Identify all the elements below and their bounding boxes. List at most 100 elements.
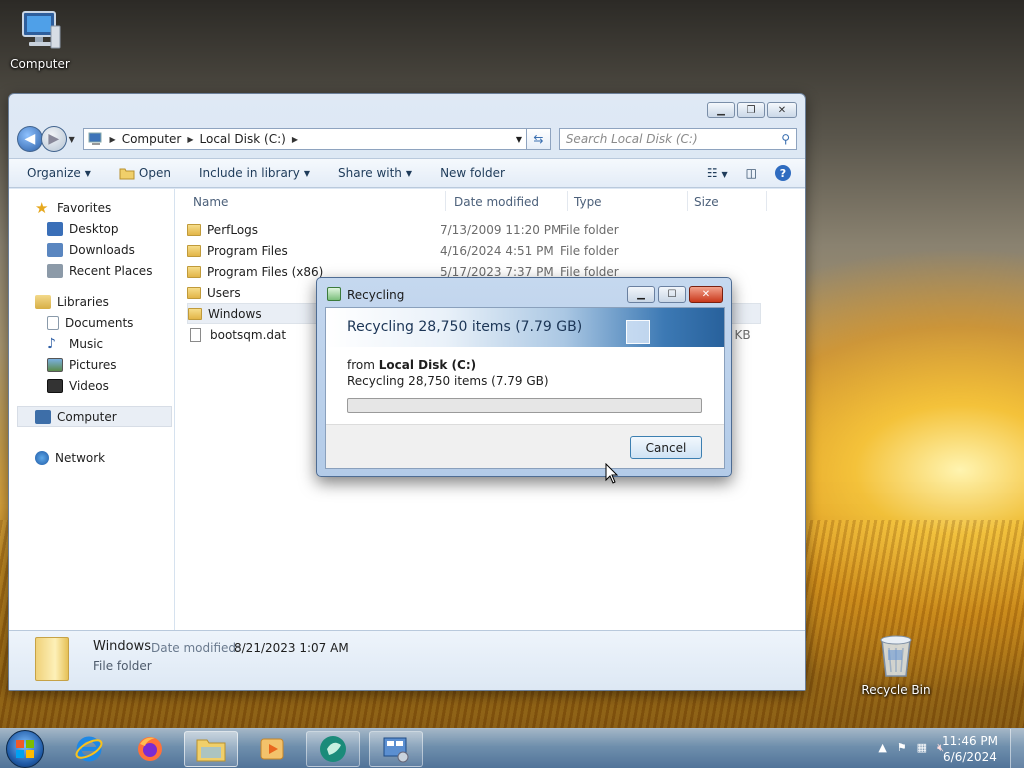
recent-pages-dropdown[interactable]: ▼ [69, 135, 79, 144]
network-tray-icon[interactable]: ▦ [917, 741, 927, 755]
maximize-icon: ☐ [667, 289, 677, 300]
dialog-maximize-button[interactable]: ☐ [658, 286, 686, 303]
taskbar-internet-explorer[interactable] [62, 731, 116, 767]
minimize-button[interactable]: ▁ [707, 102, 735, 118]
column-header-name[interactable]: Name [193, 195, 228, 209]
taskbar-control-panel[interactable] [369, 731, 423, 767]
nav-computer[interactable]: Computer [17, 406, 172, 427]
nav-network[interactable]: Network [9, 447, 174, 468]
forward-button[interactable]: ▶ [40, 126, 67, 152]
column-divider[interactable] [445, 191, 446, 211]
desktop-icon-recycle-bin[interactable]: Recycle Bin [856, 630, 936, 697]
help-button[interactable]: ? [775, 165, 791, 181]
nav-label: Libraries [57, 294, 109, 309]
file-name: Windows [208, 306, 262, 321]
address-bar[interactable]: ▶ Computer ▶ Local Disk (C:) ▶ ▼ [82, 128, 527, 150]
column-divider[interactable] [567, 191, 568, 211]
progress-bar [347, 398, 702, 413]
clock-time: 11:46 PM [942, 734, 998, 748]
nav-pictures[interactable]: Pictures [9, 354, 174, 375]
nav-label: Computer [57, 409, 117, 424]
minimize-icon: ▁ [717, 104, 725, 116]
dialog-minimize-button[interactable]: ▁ [627, 286, 655, 303]
folder-large-icon [35, 637, 69, 681]
nav-documents[interactable]: Documents [9, 312, 174, 333]
details-name: Windows [93, 639, 152, 654]
file-type: File folder [560, 222, 619, 237]
details-modified-value: 8/21/2023 1:07 AM [234, 641, 349, 655]
cancel-button[interactable]: Cancel [630, 436, 702, 459]
nav-libraries[interactable]: Libraries [9, 291, 174, 312]
folder-icon [187, 223, 201, 236]
nav-label: Downloads [69, 242, 135, 257]
taskbar-windows-explorer[interactable] [184, 731, 238, 767]
refresh-button[interactable]: ⇆ [527, 128, 551, 150]
details-type: File folder [93, 659, 152, 673]
nav-downloads[interactable]: Downloads [9, 239, 174, 260]
nav-music[interactable]: ♪ Music [9, 333, 174, 354]
file-name: Users [207, 285, 241, 300]
glow-decoration [626, 320, 650, 344]
new-folder-button[interactable]: New folder [440, 166, 505, 180]
folder-icon [187, 265, 201, 278]
recent-places-icon [47, 263, 63, 278]
nav-label: Videos [69, 378, 109, 393]
close-button[interactable]: ✕ [767, 102, 797, 118]
column-header-date[interactable]: Date modified [454, 195, 539, 209]
dialog-status: Recycling 28,750 items (7.79 GB) [347, 374, 549, 388]
recycle-bin-icon [880, 635, 912, 677]
nav-videos[interactable]: Videos [9, 375, 174, 396]
nav-label: Documents [65, 315, 134, 330]
nav-favorites[interactable]: ★ Favorites [9, 197, 174, 218]
organize-menu[interactable]: Organize ▼ [27, 166, 91, 180]
dialog-close-button[interactable]: ✕ [689, 286, 723, 303]
start-button[interactable] [6, 730, 44, 768]
view-options-button[interactable]: ☷ ▼ [707, 166, 728, 180]
search-input[interactable]: Search Local Disk (C:) ⚲ [558, 128, 797, 150]
column-divider[interactable] [687, 191, 688, 211]
column-divider[interactable] [766, 191, 767, 211]
music-icon: ♪ [47, 335, 56, 352]
view-controls: ☷ ▼ ◫ ? [707, 165, 791, 181]
minimize-icon: ▁ [637, 289, 645, 300]
table-row[interactable]: PerfLogs 7/13/2009 11:20 PM File folder [187, 219, 761, 240]
nav-desktop[interactable]: Desktop [9, 218, 174, 239]
column-header-size[interactable]: Size [694, 195, 719, 209]
app-circle-icon [320, 736, 346, 762]
nav-label: Pictures [69, 357, 117, 372]
back-button[interactable]: ◀ [17, 126, 43, 152]
file-name: Program Files [207, 243, 288, 258]
open-button[interactable]: Open [119, 166, 171, 180]
open-label: Open [138, 166, 171, 180]
nav-recent-places[interactable]: Recent Places [9, 260, 174, 281]
taskbar: ▲ ⚑ ▦ 🔇︎ 11:46 PM 6/6/2024 [0, 728, 1024, 768]
preview-pane-icon: ◫ [745, 166, 757, 180]
nav-label: Music [69, 336, 104, 351]
file-icon [190, 327, 201, 342]
chevron-down-icon: ▼ [405, 168, 413, 178]
arrow-left-icon: ◀ [24, 131, 36, 147]
breadcrumb-computer[interactable]: Computer [122, 132, 182, 146]
maximize-button[interactable]: ❐ [737, 102, 765, 118]
downloads-icon [47, 242, 63, 257]
taskbar-app-active[interactable] [306, 731, 360, 767]
share-with-menu[interactable]: Share with ▼ [338, 166, 412, 180]
taskbar-clock[interactable]: 11:46 PM 6/6/2024 [942, 733, 998, 765]
computer-icon [22, 11, 61, 49]
taskbar-media-player[interactable] [245, 731, 299, 767]
column-header-type[interactable]: Type [574, 195, 602, 209]
desktop-icon-computer[interactable]: Computer [0, 8, 80, 71]
taskbar-firefox[interactable] [123, 731, 177, 767]
preview-pane-button[interactable]: ◫ [746, 166, 757, 180]
show-hidden-icons-button[interactable]: ▲ [878, 741, 886, 755]
desktop-icon-label: Computer [10, 57, 70, 71]
action-center-flag-icon[interactable]: ⚑ [897, 741, 907, 755]
table-row[interactable]: Program Files 4/16/2024 4:51 PM File fol… [187, 240, 761, 261]
include-in-library-menu[interactable]: Include in library ▼ [199, 166, 310, 180]
computer-small-icon [88, 132, 102, 145]
address-dropdown-icon[interactable]: ▼ [516, 135, 522, 144]
include-in-library-label: Include in library [198, 166, 300, 180]
nav-label: Desktop [69, 221, 119, 236]
show-desktop-button[interactable] [1010, 729, 1024, 768]
breadcrumb-local-disk[interactable]: Local Disk (C:) [200, 132, 286, 146]
